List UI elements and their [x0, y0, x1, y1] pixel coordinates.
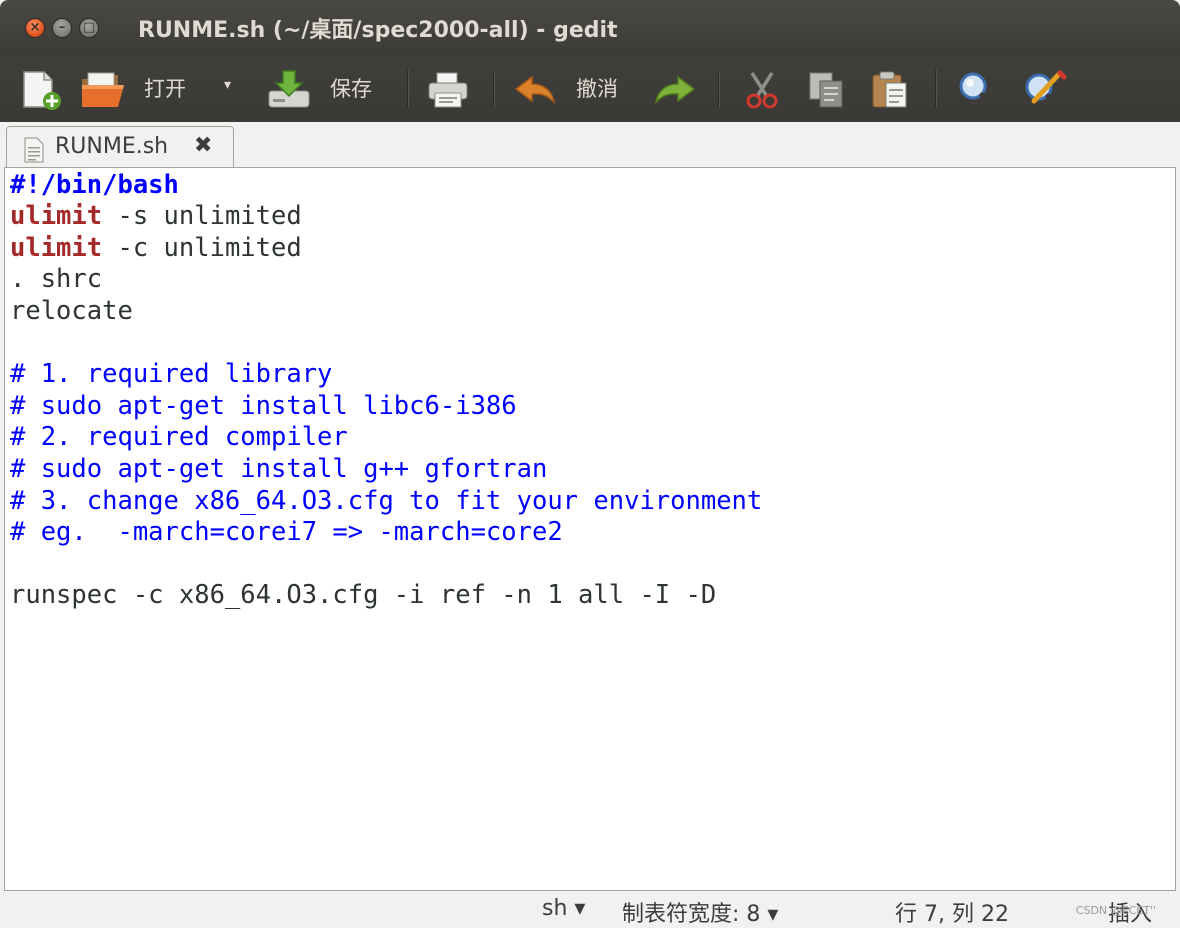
- printer-icon: [428, 72, 468, 108]
- open-recent-dropdown[interactable]: ▾: [224, 77, 231, 93]
- search-icon: [959, 72, 997, 110]
- window-minimize-button[interactable]: –: [52, 18, 72, 38]
- new-document-icon: [23, 71, 61, 110]
- tab-close-icon[interactable]: ✖: [194, 133, 212, 158]
- copy-button[interactable]: [804, 69, 848, 109]
- status-bar: sh ▾ 制表符宽度: 8 ▾ 行 7, 列 22 插入 CSDN @ECET'…: [0, 891, 1180, 928]
- maximize-icon: □: [82, 20, 96, 35]
- watermark: CSDN @ECET'': [1075, 904, 1156, 917]
- shebang: #!/bin/bash: [10, 170, 179, 200]
- title-bar[interactable]: × – □ RUNME.sh (~/桌面/spec2000-all) - ged…: [0, 0, 1180, 56]
- redo-button[interactable]: [652, 69, 698, 109]
- search-replace-icon: [1025, 70, 1067, 109]
- window-title: RUNME.sh (~/桌面/spec2000-all) - gedit: [138, 18, 618, 43]
- paste-icon: [872, 71, 907, 108]
- command-args: -s unlimited: [102, 201, 302, 231]
- keyword-ulimit: ulimit: [10, 201, 103, 231]
- code-line-1[interactable]: #!/bin/bash: [10, 170, 179, 201]
- close-icon: ×: [29, 20, 41, 35]
- save-icon: [268, 70, 310, 108]
- code-line-14[interactable]: runspec -c x86_64.O3.cfg -i ref -n 1 all…: [10, 580, 716, 611]
- toolbar-separator: [718, 70, 720, 108]
- tab-label: RUNME.sh: [55, 134, 169, 159]
- open-folder-icon: [82, 72, 124, 107]
- print-button[interactable]: [425, 69, 471, 109]
- copy-icon: [809, 72, 843, 108]
- toolbar-separator: [935, 70, 937, 108]
- toolbar-separator: [493, 70, 495, 108]
- text-file-icon: [24, 137, 44, 163]
- save-label[interactable]: 保存: [330, 73, 372, 103]
- code-line-5[interactable]: relocate: [10, 296, 133, 327]
- window-close-button[interactable]: ×: [25, 18, 45, 38]
- code-line-9[interactable]: # 2. required compiler: [10, 422, 348, 453]
- open-label[interactable]: 打开: [144, 73, 186, 103]
- toolbar-separator: [407, 70, 409, 108]
- undo-button[interactable]: [512, 69, 560, 109]
- code-line-10[interactable]: # sudo apt-get install g++ gfortran: [10, 454, 547, 485]
- command-args: -c unlimited: [102, 233, 302, 263]
- code-line-2[interactable]: ulimit -s unlimited: [10, 201, 302, 232]
- new-document-button[interactable]: [18, 69, 62, 110]
- code-line-12[interactable]: # eg. -march=corei7 => -march=core2: [10, 517, 563, 548]
- undo-label[interactable]: 撤消: [576, 73, 618, 103]
- save-button[interactable]: [265, 69, 313, 109]
- code-line-11[interactable]: # 3. change x86_64.O3.cfg to fit your en…: [10, 486, 762, 517]
- find-button[interactable]: [954, 69, 1000, 110]
- keyword-ulimit: ulimit: [10, 233, 103, 263]
- minimize-icon: –: [58, 20, 66, 35]
- text-editor[interactable]: #!/bin/bash ulimit -s unlimited ulimit -…: [4, 167, 1176, 891]
- scissors-icon: [746, 72, 778, 109]
- redo-arrow-icon: [654, 75, 696, 105]
- cursor-position: 行 7, 列 22: [895, 902, 1009, 927]
- undo-arrow-icon: [514, 75, 556, 105]
- toolbar: 打开 ▾ 保存 撤消: [0, 56, 1180, 122]
- tab-runme-sh[interactable]: RUNME.sh ✖: [6, 126, 234, 170]
- tab-strip: RUNME.sh ✖: [0, 122, 1180, 170]
- find-replace-button[interactable]: [1020, 69, 1068, 109]
- window-maximize-button[interactable]: □: [79, 18, 99, 38]
- cut-button[interactable]: [740, 69, 784, 109]
- code-line-7[interactable]: # 1. required library: [10, 359, 332, 390]
- open-button[interactable]: [78, 69, 128, 109]
- language-selector[interactable]: sh ▾: [542, 896, 585, 921]
- code-line-8[interactable]: # sudo apt-get install libc6-i386: [10, 391, 517, 422]
- tab-width-selector[interactable]: 制表符宽度: 8 ▾: [622, 896, 778, 928]
- code-line-3[interactable]: ulimit -c unlimited: [10, 233, 302, 264]
- paste-button[interactable]: [868, 69, 912, 109]
- code-line-4[interactable]: . shrc: [10, 264, 102, 295]
